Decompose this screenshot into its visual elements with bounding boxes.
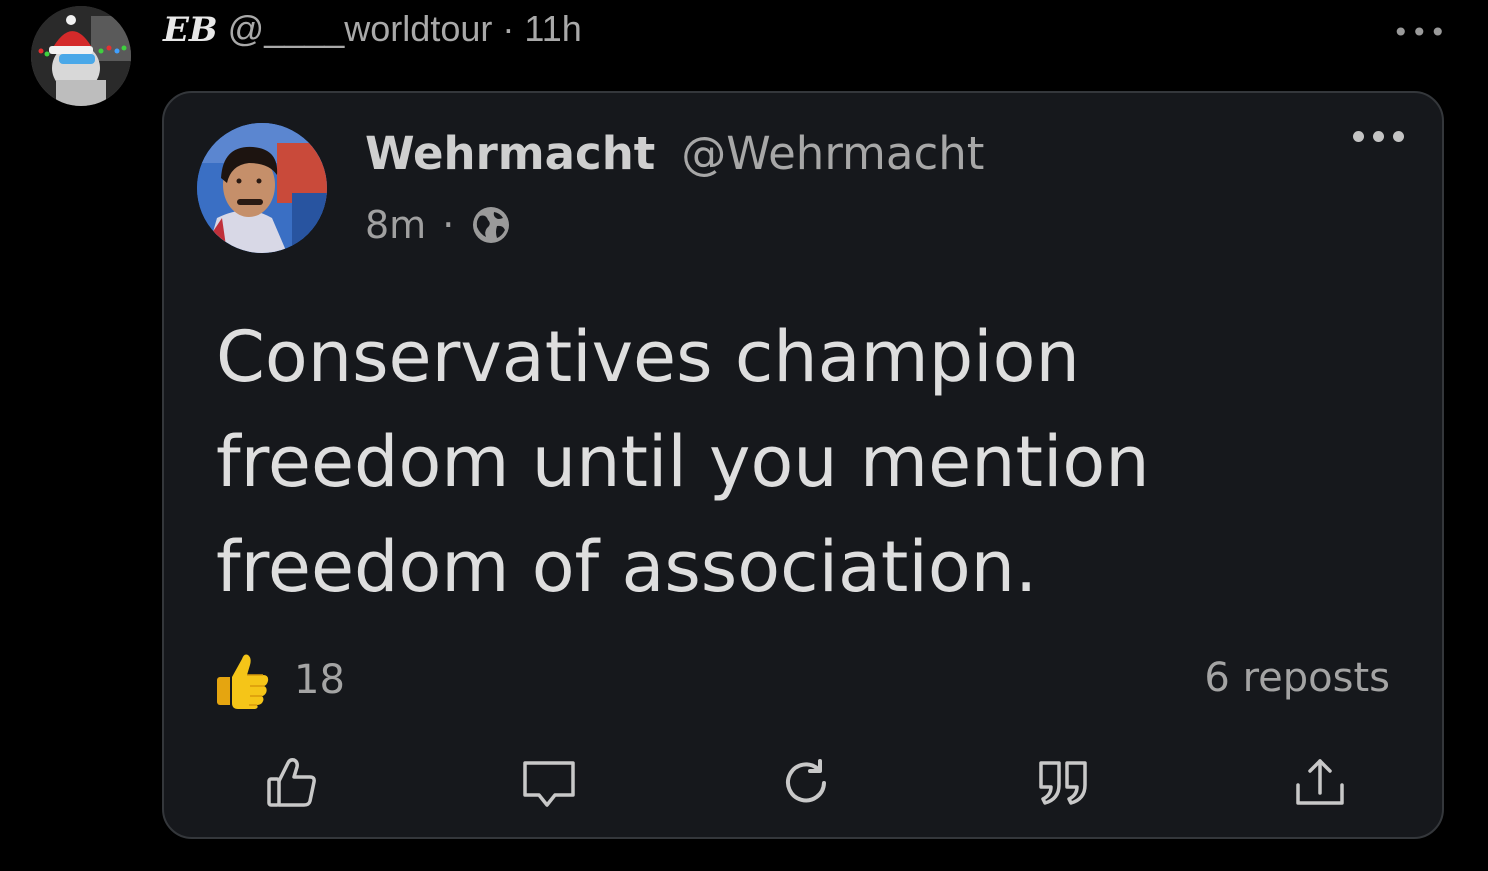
thumbs-up-emoji-icon [216, 651, 270, 709]
comment-icon [521, 755, 577, 811]
share-icon [1292, 755, 1348, 811]
quoted-more-options-button[interactable] [1353, 131, 1404, 142]
avatar[interactable] [31, 6, 131, 106]
quoted-post-card[interactable]: Wehrmacht @Wehrmacht 8m · Conservatives … [162, 91, 1444, 839]
quoted-avatar-image [197, 123, 327, 253]
post-time[interactable]: 11h [524, 8, 581, 50]
comment-button[interactable] [519, 753, 579, 813]
author-handle[interactable]: @____worldtour [228, 8, 493, 50]
reposts-count[interactable]: 6 reposts [1204, 655, 1390, 701]
thumbs-up-icon [264, 755, 320, 811]
dot-icon [1393, 131, 1404, 142]
post-text: Conservatives champion freedom until you… [216, 316, 1150, 608]
share-button[interactable] [1290, 753, 1350, 813]
quoted-author-handle[interactable]: @Wehrmacht [681, 127, 984, 180]
quoted-header: Wehrmacht @Wehrmacht [365, 127, 984, 180]
repost-icon [778, 755, 834, 811]
like-button[interactable] [262, 753, 322, 813]
outer-post-header: EB @____worldtour · 11h [163, 8, 582, 52]
globe-icon [470, 204, 512, 246]
more-options-button[interactable]: ••• [1392, 16, 1448, 49]
reactions-summary[interactable]: 18 [216, 651, 345, 709]
quoted-meta: 8m · [365, 203, 512, 247]
avatar-image [31, 6, 131, 106]
repost-button[interactable] [776, 753, 836, 813]
dot-icon [1373, 131, 1384, 142]
quoted-post-time[interactable]: 8m [365, 203, 426, 247]
page: EB @____worldtour · 11h ••• Wehrmacht @W… [0, 0, 1488, 871]
quoted-author-name[interactable]: Wehrmacht [365, 127, 655, 180]
quoted-avatar[interactable] [197, 123, 327, 253]
author-name[interactable]: EB [163, 10, 218, 50]
reaction-count: 18 [294, 657, 345, 703]
action-bar [164, 753, 1442, 813]
quote-icon [1035, 755, 1091, 811]
quote-button[interactable] [1033, 753, 1093, 813]
dot-icon [1353, 131, 1364, 142]
quoted-separator: · [442, 203, 455, 247]
separator: · [502, 8, 515, 49]
